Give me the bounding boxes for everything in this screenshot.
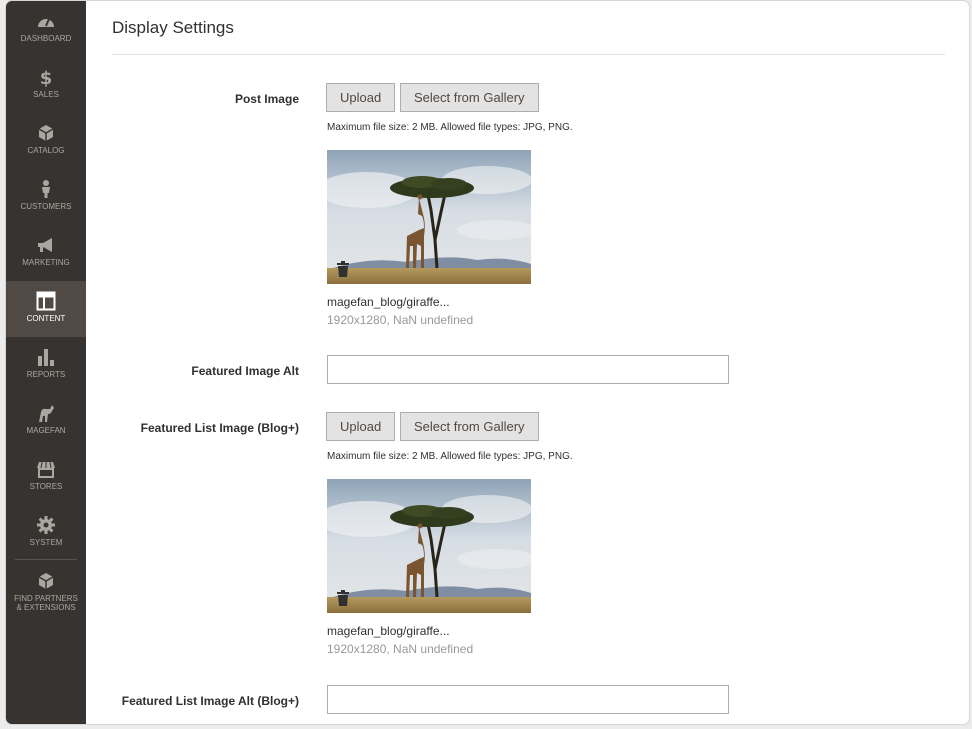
magefan-icon [39,405,54,422]
featured-list-image-meta: 1920x1280, NaN undefined [327,642,474,656]
bar-chart-icon [38,349,54,366]
gear-icon [37,516,55,534]
nav-system[interactable]: SYSTEM [6,505,86,561]
store-icon [37,461,55,478]
svg-text:$: $ [40,68,53,88]
featured-list-image-upload-button[interactable]: Upload [326,412,396,441]
nav-customers-label: CUSTOMERS [20,202,72,211]
admin-frame: DASHBOARD $ SALES CATALOG CUSTOMERS MARK… [5,0,970,725]
dashboard-icon [38,18,54,27]
box-icon [38,573,54,589]
box-icon [38,125,54,141]
post-image-upload-button[interactable]: Upload [326,83,396,112]
megaphone-icon [38,238,52,252]
main-content: Display Settings Post Image Upload Selec… [86,1,969,724]
post-image-meta: 1920x1280, NaN undefined [327,313,474,327]
nav-partners-line1: FIND PARTNERS [14,594,78,603]
nav-stores[interactable]: STORES [6,449,86,505]
featured-list-image-alt-input[interactable] [327,685,729,714]
layout-icon [36,291,56,311]
nav-reports[interactable]: REPORTS [6,337,86,393]
featured-list-image-label: Featured List Image (Blog+) [140,421,299,435]
nav-content-label: CONTENT [26,314,66,323]
sidebar-divider [15,559,77,560]
post-image-preview[interactable] [327,150,531,284]
featured-list-image-alt-label: Featured List Image Alt (Blog+) [121,694,299,708]
featured-list-image-gallery-button[interactable]: Select from Gallery [400,412,539,441]
nav-magefan-label: MAGEFAN [26,426,66,435]
featured-list-image-filename: magefan_blog/giraffe... [327,624,450,638]
post-image-note: Maximum file size: 2 MB. Allowed file ty… [327,122,573,133]
nav-catalog[interactable]: CATALOG [6,113,86,169]
nav-catalog-label: CATALOG [27,146,65,155]
section-title: Display Settings [112,18,234,37]
nav-reports-label: REPORTS [26,370,66,379]
nav-content[interactable]: CONTENT [6,281,86,337]
nav-customers[interactable]: CUSTOMERS [6,169,86,225]
nav-find-partners[interactable]: FIND PARTNERS & EXTENSIONS [6,563,86,623]
section-divider [112,54,945,55]
nav-dashboard-label: DASHBOARD [20,34,72,43]
nav-sales[interactable]: $ SALES [6,57,86,113]
post-image-filename: magefan_blog/giraffe... [327,295,450,309]
post-image-gallery-button[interactable]: Select from Gallery [400,83,539,112]
trash-icon[interactable] [336,261,350,277]
featured-image-alt-label: Featured Image Alt [191,364,299,378]
nav-marketing[interactable]: MARKETING [6,225,86,281]
featured-image-alt-input[interactable] [327,355,729,384]
nav-partners-line2: & EXTENSIONS [16,603,76,612]
nav-dashboard[interactable]: DASHBOARD [6,1,86,57]
nav-stores-label: STORES [29,482,63,491]
post-image-label: Post Image [234,92,299,106]
person-icon [42,180,50,198]
nav-system-label: SYSTEM [29,538,63,547]
featured-list-image-preview[interactable] [327,479,531,613]
nav-marketing-label: MARKETING [22,258,70,267]
dollar-icon: $ [40,68,53,88]
nav-magefan[interactable]: MAGEFAN [6,393,86,449]
featured-list-image-note: Maximum file size: 2 MB. Allowed file ty… [327,451,573,462]
admin-sidebar: DASHBOARD $ SALES CATALOG CUSTOMERS MARK… [6,1,86,724]
nav-sales-label: SALES [33,90,59,99]
trash-icon[interactable] [336,590,350,606]
